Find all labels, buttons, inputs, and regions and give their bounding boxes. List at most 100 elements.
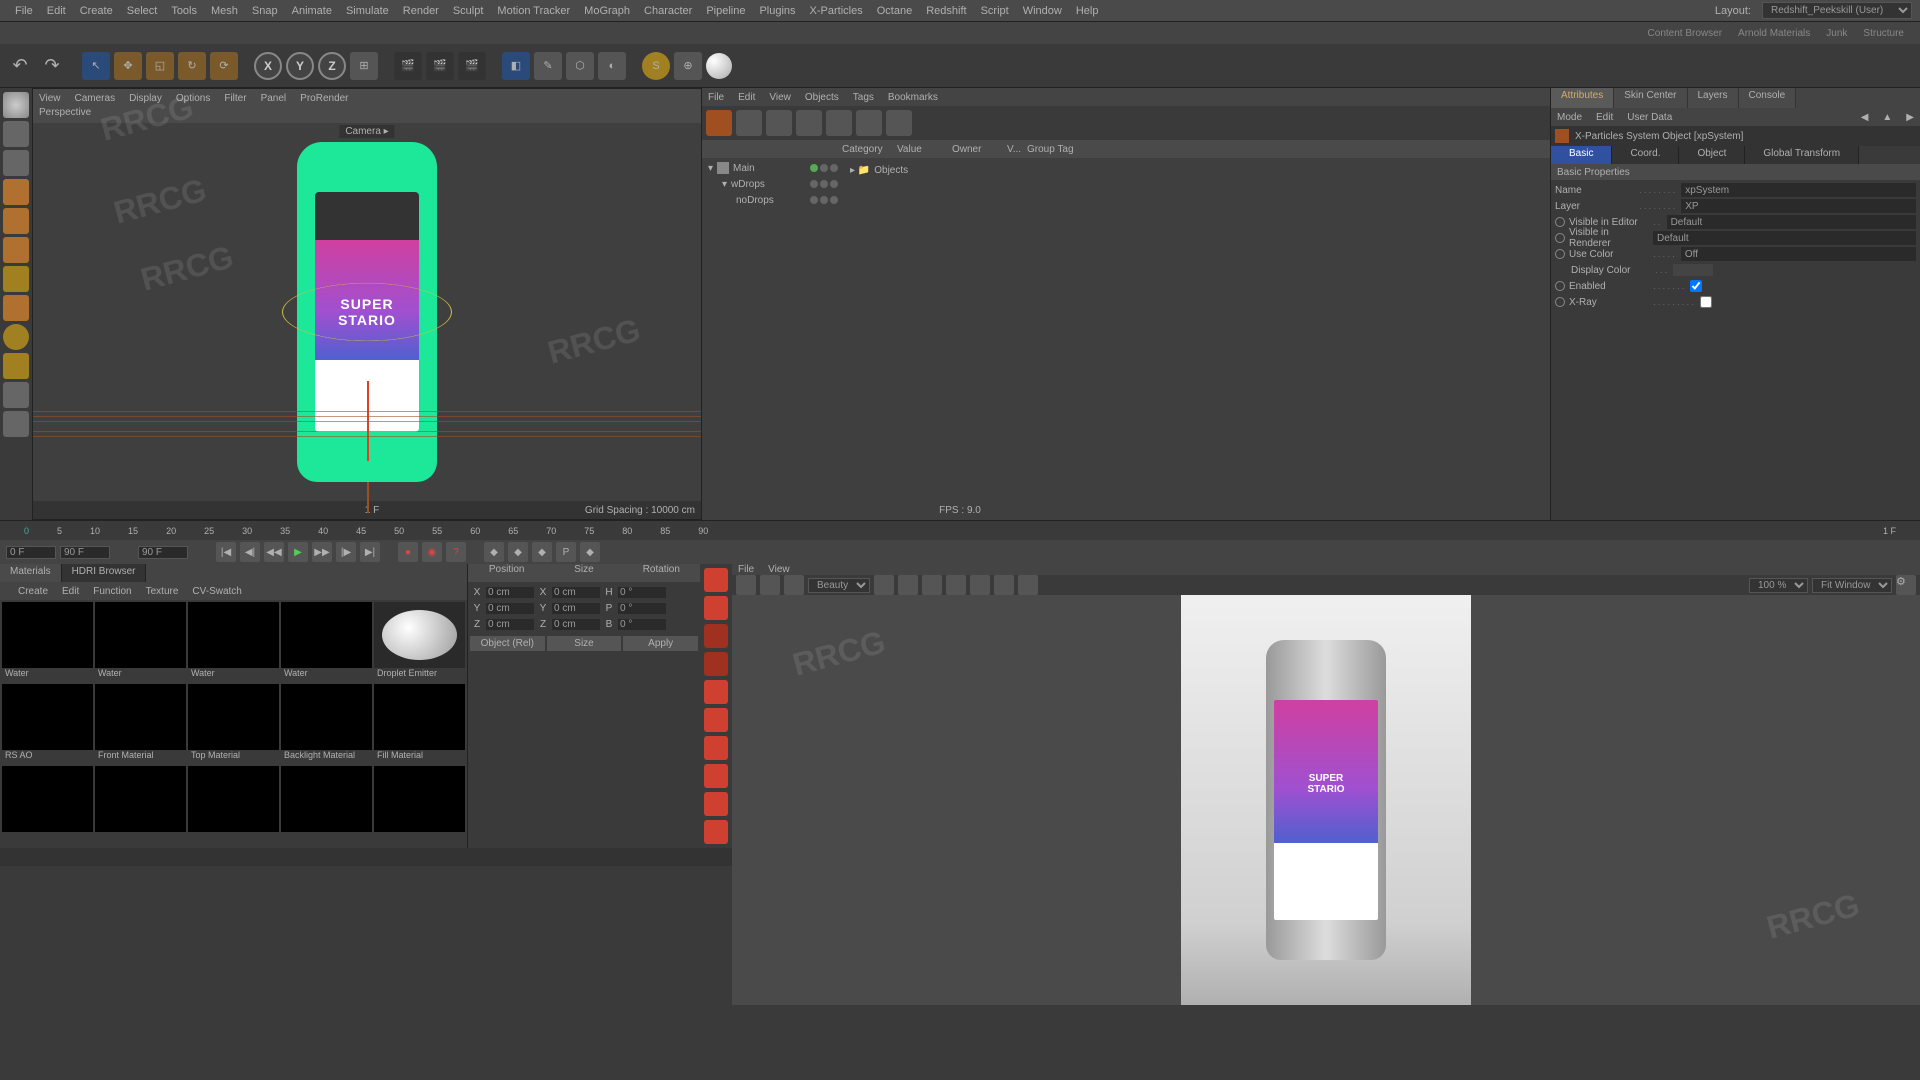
keyframe-icon[interactable]: ?	[446, 542, 466, 562]
render-snap3-icon[interactable]	[994, 575, 1014, 595]
render-zoom-select[interactable]: 100 %	[1749, 578, 1808, 593]
render-lock-icon[interactable]	[874, 575, 894, 595]
mat-menu-function[interactable]: Function	[93, 586, 131, 597]
vp-menu-display[interactable]: Display	[129, 93, 162, 104]
obj-filter4-icon[interactable]	[796, 110, 822, 136]
tab-attributes[interactable]: Attributes	[1551, 88, 1614, 108]
rs-ipr-icon[interactable]	[704, 596, 728, 620]
obj-filter7-icon[interactable]	[886, 110, 912, 136]
step-fwd-icon[interactable]: |▶	[336, 542, 356, 562]
deformer-icon[interactable]: ◐	[598, 52, 626, 80]
menu-octane[interactable]: Octane	[870, 5, 919, 17]
obj-filter6-icon[interactable]	[856, 110, 882, 136]
render-compare-icon[interactable]	[1018, 575, 1038, 595]
menu-file[interactable]: File	[8, 5, 40, 17]
radio-icon[interactable]	[1555, 217, 1565, 227]
snap-icon[interactable]: S	[642, 52, 670, 80]
size-z-input[interactable]	[552, 619, 600, 630]
tb2-junk[interactable]: Junk	[1818, 28, 1855, 39]
menu-select[interactable]: Select	[120, 5, 165, 17]
autokey-icon[interactable]: ◉	[422, 542, 442, 562]
rot-h-input[interactable]	[618, 587, 666, 598]
render-grid-icon[interactable]	[922, 575, 942, 595]
menu-sculpt[interactable]: Sculpt	[446, 5, 491, 17]
material-water[interactable]: Water	[281, 602, 372, 682]
redo-icon[interactable]: ↷	[38, 52, 66, 80]
material-empty[interactable]	[281, 766, 372, 846]
xray-icon[interactable]	[3, 411, 29, 437]
workplane-mode-icon[interactable]	[3, 150, 29, 176]
attr-name-input[interactable]	[1681, 183, 1916, 197]
generator-icon[interactable]: ⬡	[566, 52, 594, 80]
axis-mode-icon[interactable]	[3, 266, 29, 292]
timeline-ruler[interactable]: 051015202530354045505560657075808590 1 F	[0, 520, 1920, 540]
attr-menu-userdata[interactable]: User Data	[1627, 112, 1672, 123]
pos-y-input[interactable]	[486, 603, 534, 614]
last-tool-icon[interactable]: ⟳	[210, 52, 238, 80]
menu-script[interactable]: Script	[974, 5, 1016, 17]
rs-render-icon[interactable]	[704, 568, 728, 592]
size-x-input[interactable]	[552, 587, 600, 598]
object-tree[interactable]: ▾ Main ▾wDrops noDrops ▸ 📁Ob	[702, 158, 1550, 520]
goto-start-icon[interactable]: |◀	[216, 542, 236, 562]
viewport-solo-icon[interactable]	[3, 353, 29, 379]
tab-materials[interactable]: Materials	[0, 564, 62, 582]
tb2-arnold[interactable]: Arnold Materials	[1730, 28, 1818, 39]
subtab-coord[interactable]: Coord.	[1612, 146, 1679, 164]
rs-list-icon[interactable]	[704, 792, 728, 816]
radio-icon[interactable]	[1555, 249, 1565, 259]
workplane-icon[interactable]: ⊕	[674, 52, 702, 80]
tab-console[interactable]: Console	[1739, 88, 1797, 108]
obj-menu-bookmarks[interactable]: Bookmarks	[888, 92, 938, 103]
tb2-structure[interactable]: Structure	[1855, 28, 1912, 39]
material-droplet-emitter[interactable]: Droplet Emitter	[374, 602, 465, 682]
menu-mesh[interactable]: Mesh	[204, 5, 245, 17]
material-backlight[interactable]: Backlight Material	[281, 684, 372, 764]
material-empty[interactable]	[2, 766, 93, 846]
menu-window[interactable]: Window	[1016, 5, 1069, 17]
obj-filter5-icon[interactable]	[826, 110, 852, 136]
vp-menu-filter[interactable]: Filter	[224, 93, 246, 104]
rs-aov-icon[interactable]	[704, 764, 728, 788]
obj-menu-view[interactable]: View	[769, 92, 791, 103]
rs-region-icon[interactable]	[704, 624, 728, 648]
material-water[interactable]: Water	[188, 602, 279, 682]
play-forward-icon[interactable]: ▶▶	[312, 542, 332, 562]
menu-pipeline[interactable]: Pipeline	[699, 5, 752, 17]
material-sphere-icon[interactable]	[706, 53, 732, 79]
key-pla-icon[interactable]: ◆	[580, 542, 600, 562]
col-category[interactable]: Category	[842, 144, 897, 155]
mat-menu-create[interactable]: Create	[18, 586, 48, 597]
lock-icon[interactable]	[3, 382, 29, 408]
menu-animate[interactable]: Animate	[285, 5, 339, 17]
material-empty[interactable]	[95, 766, 186, 846]
points-mode-icon[interactable]	[3, 179, 29, 205]
rs-save-icon[interactable]	[704, 708, 728, 732]
size-mode-select[interactable]: Size	[547, 636, 622, 651]
render-mode-select[interactable]: Beauty	[808, 578, 870, 593]
menu-character[interactable]: Character	[637, 5, 699, 17]
edges-mode-icon[interactable]	[3, 208, 29, 234]
radio-icon[interactable]	[1555, 233, 1565, 243]
menu-snap[interactable]: Snap	[245, 5, 285, 17]
coord-system-icon[interactable]: ⊞	[350, 52, 378, 80]
tree-nodrops[interactable]: noDrops	[704, 192, 844, 208]
render-view-icon[interactable]: 🎬	[394, 52, 422, 80]
play-back-icon[interactable]: ◀◀	[264, 542, 284, 562]
select-tool-icon[interactable]: ↖	[82, 52, 110, 80]
render-crop-icon[interactable]	[898, 575, 918, 595]
frame-mid-input[interactable]	[60, 546, 110, 559]
col-owner[interactable]: Owner	[952, 144, 1007, 155]
texture-mode-icon[interactable]	[3, 121, 29, 147]
scale-tool-icon[interactable]: ◱	[146, 52, 174, 80]
attr-color-swatch[interactable]	[1673, 264, 1713, 276]
move-tool-icon[interactable]: ✥	[114, 52, 142, 80]
material-top[interactable]: Top Material	[188, 684, 279, 764]
rotate-gizmo[interactable]	[282, 283, 452, 341]
attr-usecolor-select[interactable]	[1681, 247, 1916, 261]
render-pause-icon[interactable]	[760, 575, 780, 595]
tab-skincenter[interactable]: Skin Center	[1614, 88, 1687, 108]
key-scale-icon[interactable]: ◆	[508, 542, 528, 562]
radio-icon[interactable]	[1555, 297, 1565, 307]
obj-menu-edit[interactable]: Edit	[738, 92, 755, 103]
